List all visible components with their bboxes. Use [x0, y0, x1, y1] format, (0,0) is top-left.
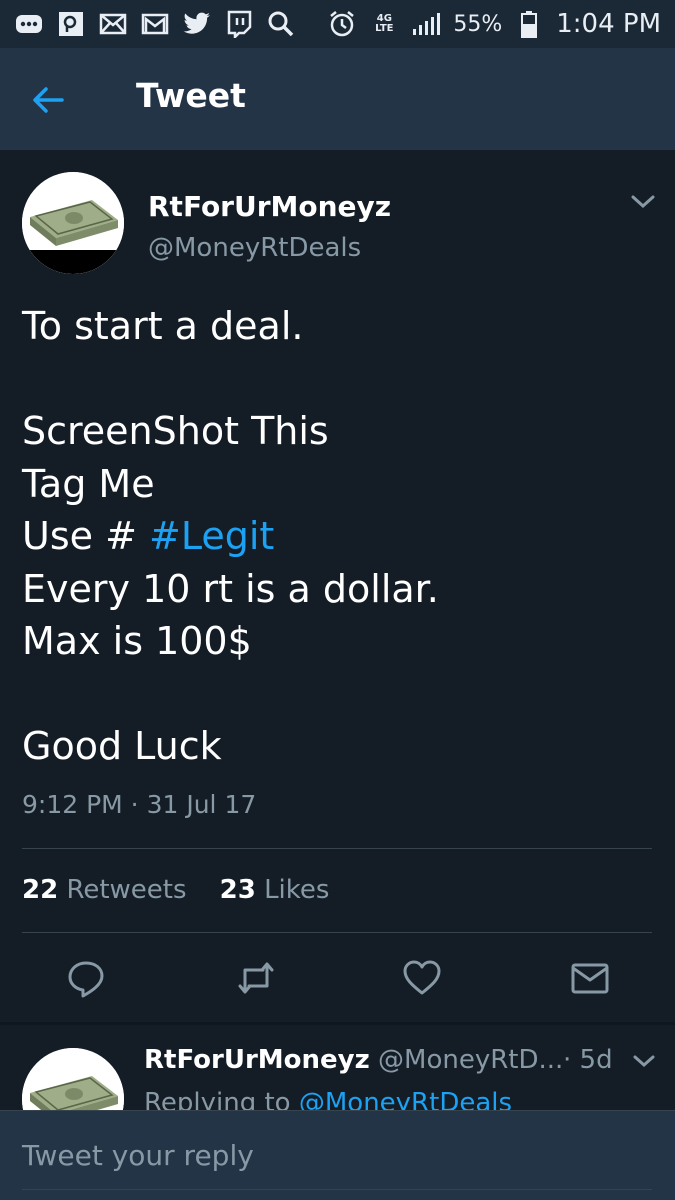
retweet-button[interactable] [236, 958, 276, 998]
reply-composer: Tweet your reply [0, 1110, 675, 1200]
signal-icon [411, 9, 441, 39]
reply-input[interactable]: Tweet your reply [22, 1139, 254, 1172]
alarm-icon [327, 9, 357, 39]
tweet-line: Use # #Legit [22, 510, 652, 563]
tweet-line: Good Luck [22, 724, 222, 768]
back-arrow-icon [33, 87, 64, 113]
twitch-icon [224, 9, 254, 39]
chevron-down-icon [633, 1055, 655, 1068]
clock: 1:04 PM [556, 9, 661, 39]
reply-icon [68, 961, 104, 998]
divider [22, 932, 652, 933]
reply-author-handle: @MoneyRtD... [378, 1045, 564, 1075]
tweet-line [22, 668, 652, 721]
tweet-line: Max is 100$ [22, 619, 252, 663]
heart-icon [403, 960, 441, 995]
search-app-icon [56, 9, 86, 39]
likes-count: 23 [219, 875, 256, 905]
tweet-timestamp: 9:12 PM · 31 Jul 17 [22, 790, 257, 819]
more-icon [14, 9, 44, 39]
twitter-icon [182, 9, 212, 39]
retweets-stat[interactable]: 22 Retweets [22, 875, 187, 905]
app-header: Tweet [0, 48, 675, 150]
reply-time: · 5d [563, 1045, 613, 1075]
tweet-stats: 22 Retweets 23 Likes [22, 875, 329, 905]
avatar[interactable] [22, 172, 124, 274]
tweet-line: ScreenShot This [22, 409, 329, 453]
tweet-body: To start a deal. ScreenShot This Tag Me … [22, 300, 652, 773]
reply-author[interactable]: RtForUrMoneyz @MoneyRtD... [144, 1045, 563, 1075]
tweet-options-button[interactable] [628, 190, 658, 214]
battery-icon [514, 9, 544, 39]
page-title: Tweet [136, 76, 246, 115]
author-name[interactable]: RtForUrMoneyz [148, 190, 391, 223]
retweets-count: 22 [22, 875, 59, 905]
system-status: 4G LTE 55% 1:04 PM [327, 9, 661, 39]
tweet-line [22, 353, 652, 406]
reply-options-button[interactable] [630, 1050, 658, 1074]
reply-author-name: RtForUrMoneyz [144, 1045, 370, 1075]
tweet-line-text: Use # [22, 514, 149, 558]
retweet-icon [238, 962, 274, 994]
mail-icon [98, 9, 128, 39]
input-underline [22, 1189, 652, 1190]
likes-label: Likes [264, 875, 330, 905]
reply-button[interactable] [66, 958, 106, 998]
share-dm-button[interactable] [570, 958, 610, 998]
tweet-line: Tag Me [22, 461, 155, 506]
like-button[interactable] [402, 958, 442, 998]
search-icon [266, 9, 296, 39]
network-icon: 4G LTE [375, 13, 394, 34]
hashtag-link[interactable]: #Legit [149, 514, 274, 558]
author-handle[interactable]: @MoneyRtDeals [148, 233, 361, 263]
tweet-actions [0, 958, 675, 1002]
envelope-icon [571, 963, 609, 994]
tweet-line: To start a deal. [22, 304, 304, 348]
section-separator [0, 1022, 675, 1025]
battery-percent: 55% [453, 11, 503, 37]
divider [22, 848, 652, 849]
retweets-label: Retweets [66, 875, 187, 905]
back-button[interactable] [28, 80, 68, 120]
likes-stat[interactable]: 23 Likes [220, 875, 330, 905]
notification-icons [14, 9, 296, 39]
status-bar: 4G LTE 55% 1:04 PM [0, 0, 675, 48]
money-stack-image [22, 172, 124, 274]
tweet-line: Every 10 rt is a dollar. [22, 566, 439, 611]
gmail-icon [140, 9, 170, 39]
chevron-down-icon [631, 195, 655, 209]
